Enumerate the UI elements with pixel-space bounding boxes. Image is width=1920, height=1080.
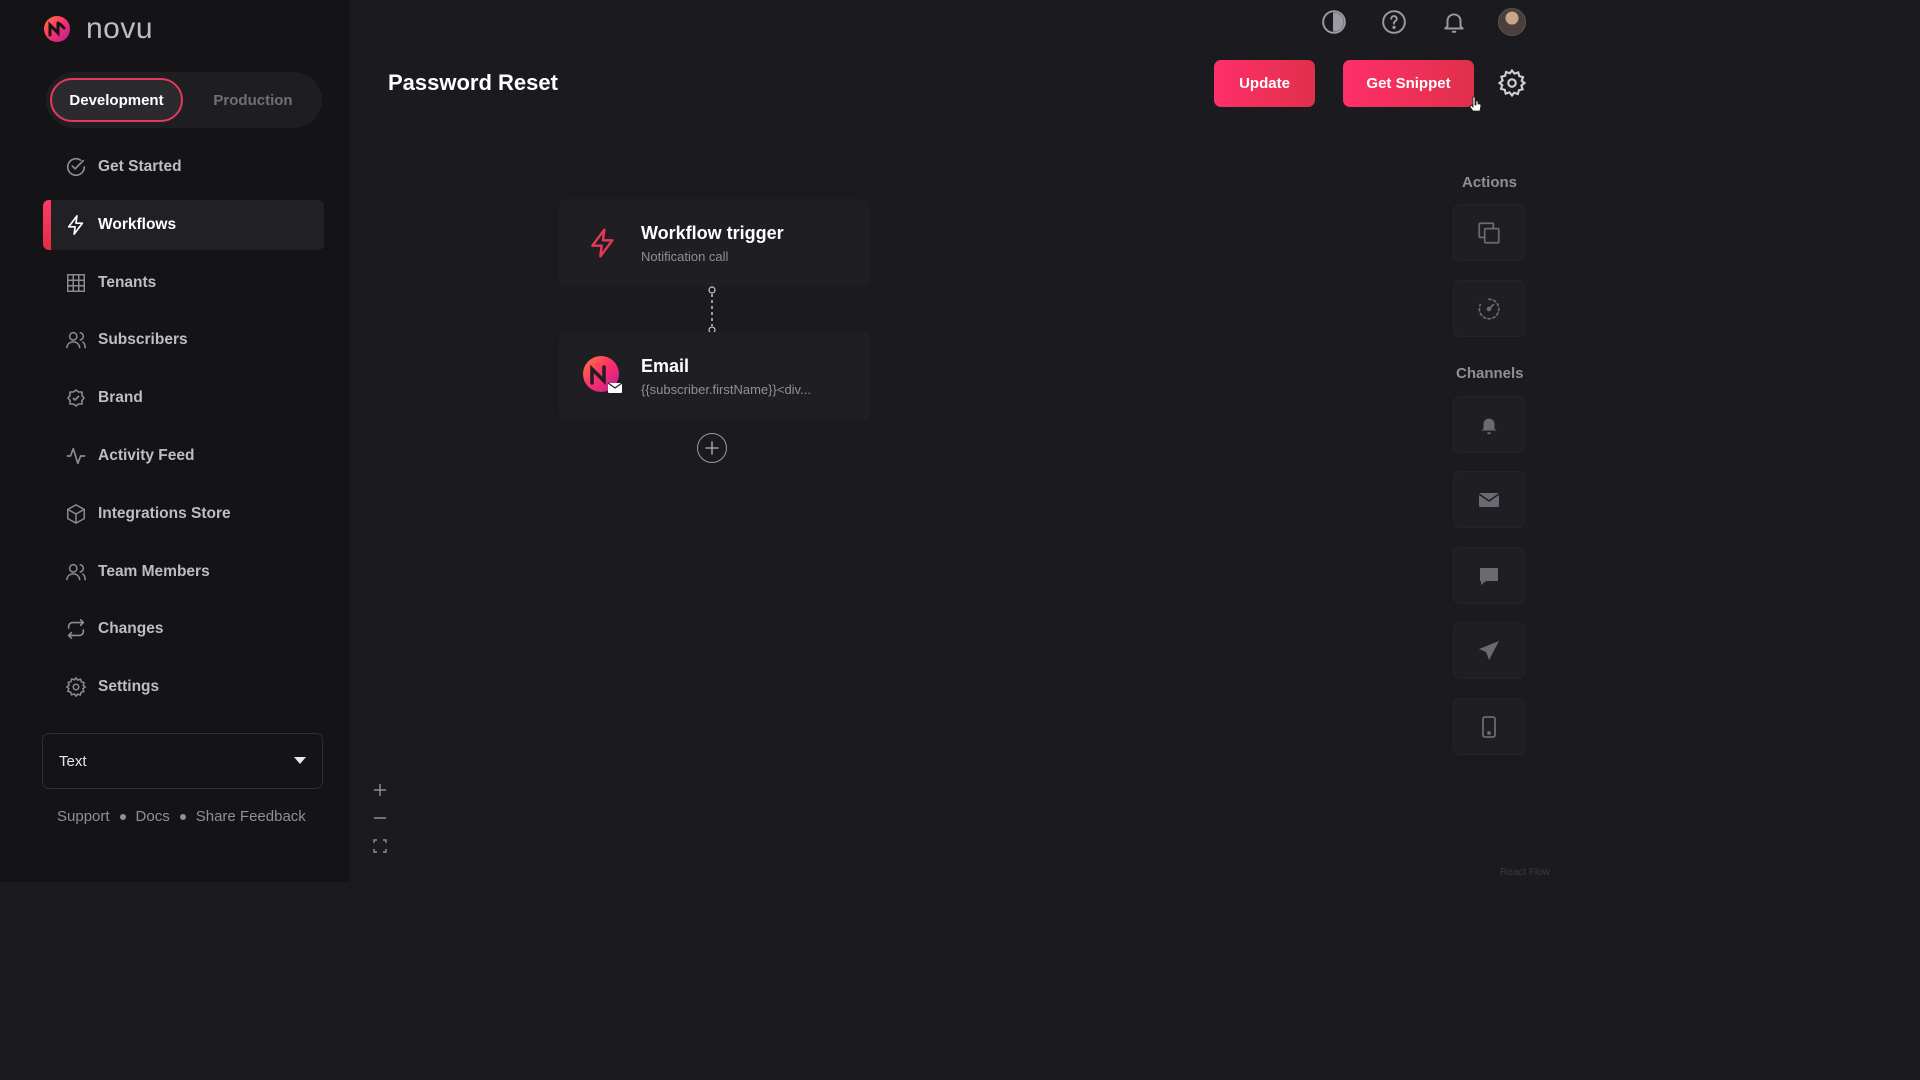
sidebar-item-label: Get Started xyxy=(98,158,182,175)
building-icon xyxy=(64,271,88,295)
fit-view-icon[interactable] xyxy=(369,832,391,860)
check-circle-icon xyxy=(64,155,88,179)
sidebar-item-activity-feed[interactable]: Activity Feed xyxy=(43,431,324,481)
zoom-controls xyxy=(369,776,391,860)
plus-icon xyxy=(705,441,719,455)
action-delay-tile[interactable] xyxy=(1453,280,1525,337)
node-title: Workflow trigger xyxy=(641,222,784,243)
node-connector xyxy=(708,286,716,334)
node-subtitle: {{subscriber.firstName}}<div... xyxy=(641,381,811,397)
separator-dot xyxy=(119,813,126,820)
badge-check-icon xyxy=(64,386,88,410)
env-production-button[interactable]: Production xyxy=(187,78,319,122)
box-icon xyxy=(64,502,88,526)
separator-dot xyxy=(179,813,186,820)
logo[interactable]: novu xyxy=(42,12,153,46)
sidebar-item-label: Brand xyxy=(98,389,143,407)
environment-toggle: Development Production xyxy=(46,72,322,128)
novu-logo-icon xyxy=(44,16,70,42)
channel-chat-tile[interactable] xyxy=(1453,622,1525,679)
docs-link[interactable]: Docs xyxy=(136,808,170,825)
actions-title: Actions xyxy=(1462,174,1518,191)
sidebar-item-label: Subscribers xyxy=(98,331,188,349)
email-step-icon xyxy=(581,354,625,398)
channel-sms-tile[interactable] xyxy=(1453,547,1525,604)
activity-icon xyxy=(64,444,88,468)
get-snippet-button[interactable]: Get Snippet xyxy=(1343,60,1474,107)
sidebar-item-integrations-store[interactable]: Integrations Store xyxy=(43,489,324,539)
sidebar-item-label: Settings xyxy=(98,678,160,696)
users-icon xyxy=(64,328,88,352)
chat-bubble-icon xyxy=(1480,567,1498,585)
sidebar: novu Development Production Get Started … xyxy=(0,0,350,882)
envelope-icon xyxy=(1478,492,1500,507)
sidebar-item-label: Workflows xyxy=(98,215,177,233)
copy-stack-icon xyxy=(1478,221,1500,244)
repeat-icon xyxy=(64,617,88,641)
channel-email-tile[interactable] xyxy=(1453,471,1525,528)
react-flow-attribution: React Flow xyxy=(1499,867,1550,878)
select-value: Text xyxy=(59,752,87,770)
logo-text: novu xyxy=(86,12,154,45)
workflow-trigger-node[interactable]: Workflow trigger Notification call xyxy=(559,199,869,287)
email-step-node[interactable]: Email {{subscriber.firstName}}<div... xyxy=(559,332,869,420)
sidebar-item-get-started[interactable]: Get Started xyxy=(43,142,324,192)
node-title: Email xyxy=(641,355,690,376)
mobile-phone-icon xyxy=(1482,715,1496,738)
sidebar-item-settings[interactable]: Settings xyxy=(43,662,324,712)
sidebar-item-tenants[interactable]: Tenants xyxy=(43,258,324,308)
bolt-icon xyxy=(581,221,625,265)
sidebar-item-changes[interactable]: Changes xyxy=(43,604,324,654)
mouse-cursor-icon xyxy=(1469,96,1482,112)
paper-plane-icon xyxy=(1479,640,1499,660)
sidebar-item-label: Activity Feed xyxy=(98,446,195,464)
sidebar-item-label: Tenants xyxy=(98,273,157,291)
update-button[interactable]: Update xyxy=(1214,60,1315,107)
share-feedback-link[interactable]: Share Feedback xyxy=(196,808,306,825)
gear-icon xyxy=(64,675,88,699)
template-type-select[interactable]: Text xyxy=(42,733,323,789)
bell-icon xyxy=(1481,418,1497,434)
top-bar-icons xyxy=(1318,6,1526,38)
notification-bell-icon[interactable] xyxy=(1438,6,1470,38)
bolt-icon xyxy=(64,213,88,237)
sidebar-item-brand[interactable]: Brand xyxy=(43,373,324,423)
env-development-button[interactable]: Development xyxy=(50,78,183,122)
channels-title: Channels xyxy=(1456,365,1524,382)
workflow-settings-icon[interactable] xyxy=(1497,68,1527,98)
channel-push-tile[interactable] xyxy=(1453,698,1525,755)
support-link[interactable]: Support xyxy=(57,808,110,825)
sidebar-item-label: Changes xyxy=(98,620,164,638)
sidebar-item-label: Team Members xyxy=(98,562,210,580)
action-digest-tile[interactable] xyxy=(1453,204,1525,261)
sidebar-item-workflows[interactable]: Workflows xyxy=(43,199,324,250)
zoom-in-icon[interactable] xyxy=(369,776,391,804)
team-icon xyxy=(64,560,88,584)
user-avatar[interactable] xyxy=(1498,8,1526,36)
sidebar-item-team-members[interactable]: Team Members xyxy=(43,547,324,597)
footer-links: Support Docs Share Feedback xyxy=(57,808,306,825)
page-title: Password Reset xyxy=(388,70,558,95)
caret-down-icon xyxy=(294,757,306,764)
zoom-out-icon[interactable] xyxy=(369,804,391,832)
node-subtitle: Notification call xyxy=(641,248,729,264)
channel-in-app-tile[interactable] xyxy=(1453,396,1525,453)
sidebar-nav: Get Started Workflows Tenants Subscriber… xyxy=(43,142,324,720)
add-step-button[interactable] xyxy=(697,433,727,463)
timer-icon xyxy=(1478,297,1500,320)
sidebar-item-label: Integrations Store xyxy=(98,504,231,522)
sidebar-item-subscribers[interactable]: Subscribers xyxy=(43,315,324,365)
help-icon[interactable] xyxy=(1378,6,1410,38)
theme-toggle-icon[interactable] xyxy=(1318,6,1350,38)
